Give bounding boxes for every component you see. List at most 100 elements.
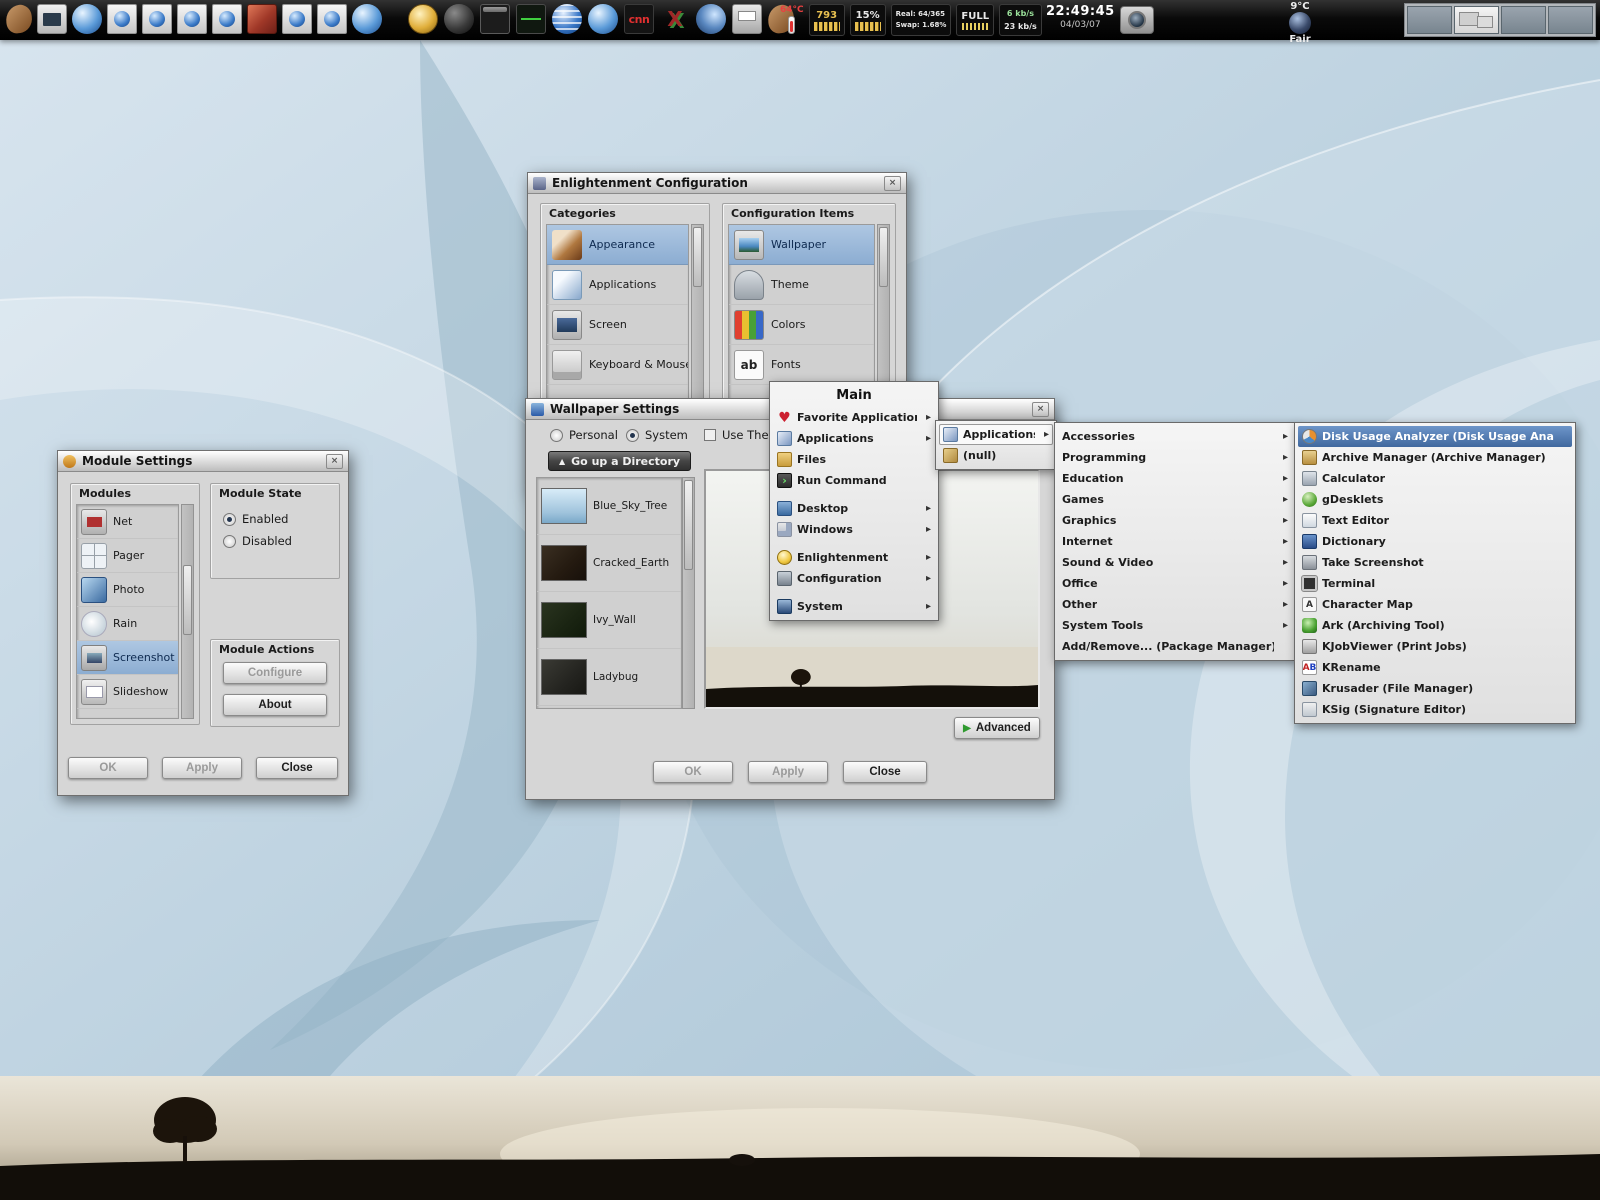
about-button[interactable]: About <box>223 694 327 716</box>
titlebar[interactable]: Module Settings × <box>58 451 348 472</box>
module-list-item[interactable]: Pager <box>77 539 178 573</box>
ok-button[interactable]: OK <box>68 757 148 779</box>
configuration-item[interactable]: Fonts <box>729 345 874 385</box>
module-list-item[interactable]: Photo <box>77 573 178 607</box>
menu-item[interactable]: Run Command ▸ <box>773 470 935 491</box>
app-icon[interactable] <box>480 4 510 34</box>
scrollbar[interactable] <box>682 477 695 709</box>
app-icon[interactable] <box>660 4 690 34</box>
app-icon[interactable]: cnn <box>624 4 654 34</box>
launcher-icon[interactable] <box>72 4 102 34</box>
category-list-item[interactable]: Screen <box>547 305 688 345</box>
pager-desktop-cell[interactable] <box>1548 6 1593 34</box>
category-list-item[interactable]: Applications <box>547 265 688 305</box>
scrollbar-thumb[interactable] <box>183 565 192 635</box>
system-radio[interactable] <box>626 429 639 442</box>
menu-item[interactable]: Disk Usage Analyzer (Disk Usage Analyzer… <box>1298 426 1572 447</box>
menu-item[interactable]: Character Map ▸ <box>1298 594 1572 615</box>
menu-item[interactable]: Enlightenment ▸ <box>773 547 935 568</box>
pager-desktop-cell[interactable] <box>1501 6 1546 34</box>
weather-gadget[interactable]: 9°C Fair <box>1268 1 1332 45</box>
launcher-icon[interactable] <box>352 4 382 34</box>
close-button[interactable]: × <box>884 176 901 191</box>
module-list-item[interactable]: Slideshow <box>77 675 178 709</box>
category-list-item[interactable]: Appearance <box>547 225 688 265</box>
launcher-icon[interactable] <box>317 4 347 34</box>
wallpaper-list-item[interactable]: Ivy_Wall <box>537 592 681 649</box>
memory-gadget[interactable]: Real: 64/365 Swap: 1.68% <box>891 4 952 36</box>
wallpaper-list-item[interactable]: Cracked_Earth <box>537 535 681 592</box>
module-list-item[interactable]: Net <box>77 505 178 539</box>
menu-item[interactable]: Archive Manager (Archive Manager) ▸ <box>1298 447 1572 468</box>
enabled-radio-group[interactable]: Enabled <box>223 512 288 526</box>
scrollbar-thumb[interactable] <box>879 227 888 287</box>
menu-item[interactable]: Education ▸ <box>1058 468 1292 489</box>
app-icon[interactable] <box>516 4 546 34</box>
configuration-item[interactable]: Wallpaper <box>729 225 874 265</box>
menu-item[interactable]: KRename ▸ <box>1298 657 1572 678</box>
personal-radio-group[interactable]: Personal <box>550 428 618 442</box>
close-button[interactable]: Close <box>256 757 338 779</box>
system-radio-group[interactable]: System <box>626 428 688 442</box>
launcher-icon[interactable] <box>37 4 67 34</box>
launcher-icon[interactable] <box>177 4 207 34</box>
menu-item[interactable]: Office ▸ <box>1058 573 1292 594</box>
menu-item[interactable]: Ark (Archiving Tool) ▸ <box>1298 615 1572 636</box>
cpu-frequency-gadget[interactable]: 793 <box>809 4 845 36</box>
menu-item[interactable]: KSig (Signature Editor) ▸ <box>1298 699 1572 720</box>
configuration-item[interactable]: Colors <box>729 305 874 345</box>
cpu-temperature-gadget[interactable]: 64°C <box>780 6 804 34</box>
pager-desktop-cell[interactable] <box>1407 6 1452 34</box>
menu-item[interactable]: Files ▸ <box>773 449 935 470</box>
go-up-directory-button[interactable]: ▲ Go up a Directory <box>548 451 691 471</box>
launcher-icon[interactable] <box>282 4 312 34</box>
menu-item[interactable]: Games ▸ <box>1058 489 1292 510</box>
app-icon[interactable] <box>408 4 438 34</box>
apply-button[interactable]: Apply <box>748 761 828 783</box>
launcher-icon[interactable] <box>107 4 137 34</box>
launcher-icon[interactable] <box>212 4 242 34</box>
scrollbar[interactable] <box>181 504 194 719</box>
ok-button[interactable]: OK <box>653 761 733 783</box>
disabled-radio[interactable] <box>223 535 236 548</box>
menu-item[interactable]: Applications ▸ <box>939 424 1053 445</box>
launcher-icon[interactable] <box>247 4 277 34</box>
menu-item[interactable]: Desktop ▸ <box>773 498 935 519</box>
enabled-radio[interactable] <box>223 513 236 526</box>
scrollbar-thumb[interactable] <box>693 227 702 287</box>
menu-item[interactable]: Sound & Video ▸ <box>1058 552 1292 573</box>
disabled-radio-group[interactable]: Disabled <box>223 534 292 548</box>
menu-item[interactable]: Text Editor ▸ <box>1298 510 1572 531</box>
use-theme-checkbox[interactable] <box>704 429 716 441</box>
menu-item[interactable]: Internet ▸ <box>1058 531 1292 552</box>
use-theme-checkbox-group[interactable]: Use Them <box>704 428 778 442</box>
apply-button[interactable]: Apply <box>162 757 242 779</box>
menu-item[interactable]: (null) ▸ <box>939 445 1053 466</box>
personal-radio[interactable] <box>550 429 563 442</box>
titlebar[interactable]: Enlightenment Configuration × <box>528 173 906 194</box>
camera-launcher[interactable] <box>1120 6 1154 34</box>
app-icon[interactable] <box>588 4 618 34</box>
app-icon[interactable] <box>696 4 726 34</box>
app-icon[interactable] <box>444 4 474 34</box>
menu-item[interactable]: Accessories ▸ <box>1058 426 1292 447</box>
menu-item[interactable]: Configuration ▸ <box>773 568 935 589</box>
app-icon[interactable] <box>552 4 582 34</box>
scrollbar-thumb[interactable] <box>684 480 693 570</box>
menu-item[interactable]: System Tools ▸ <box>1058 615 1292 636</box>
menu-item[interactable]: Add/Remove... (Package Manager) ▸ <box>1058 636 1292 657</box>
clock-gadget[interactable]: 22:49:45 04/03/07 <box>1046 4 1115 30</box>
menu-item[interactable]: Applications ▸ <box>773 428 935 449</box>
menu-item[interactable]: gDesklets ▸ <box>1298 489 1572 510</box>
app-icon[interactable] <box>732 4 762 34</box>
menu-item[interactable]: Other ▸ <box>1058 594 1292 615</box>
close-button[interactable]: × <box>326 454 343 469</box>
configure-button[interactable]: Configure <box>223 662 327 684</box>
menu-item[interactable]: Calculator ▸ <box>1298 468 1572 489</box>
launcher-icon[interactable] <box>142 4 172 34</box>
battery-gadget[interactable]: FULL <box>956 4 994 36</box>
configuration-item[interactable]: Theme <box>729 265 874 305</box>
launcher-icon[interactable] <box>4 3 34 34</box>
wallpaper-list-item[interactable]: Ladybug <box>537 649 681 706</box>
pager-desktop-cell[interactable] <box>1454 6 1499 34</box>
